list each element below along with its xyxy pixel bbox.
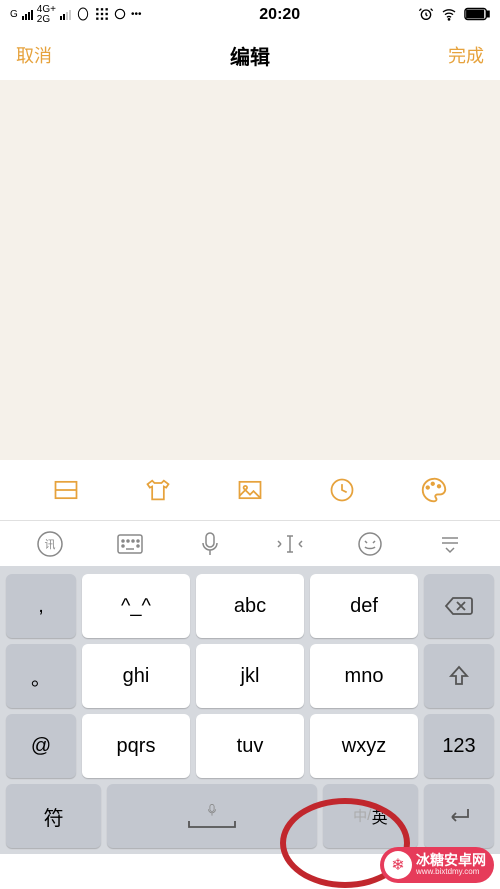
note-toolbar xyxy=(0,460,500,520)
palette-icon[interactable] xyxy=(418,474,450,506)
watermark-url: www.bixtdmy.com xyxy=(416,868,486,877)
key-ghi[interactable]: ghi xyxy=(82,644,190,708)
clock-icon[interactable] xyxy=(326,474,358,506)
key-abc[interactable]: abc xyxy=(196,574,304,638)
svg-text:讯: 讯 xyxy=(45,538,56,551)
keyboard-icon[interactable] xyxy=(112,526,148,562)
list-icon[interactable] xyxy=(50,474,82,506)
status-bar: G 4G+ 2G ••• 20:20 xyxy=(0,0,500,30)
cursor-icon[interactable] xyxy=(272,526,308,562)
more-icon: ••• xyxy=(131,10,142,20)
enter-key[interactable] xyxy=(424,784,494,848)
page-title: 编辑 xyxy=(52,41,448,70)
circle-icon xyxy=(113,7,127,24)
image-icon[interactable] xyxy=(234,474,266,506)
key-period[interactable]: 。 xyxy=(6,644,76,708)
lang-cn-label: 中 xyxy=(353,806,367,826)
watermark-title: 冰糖安卓网 xyxy=(416,853,486,868)
watermark: ❄ 冰糖安卓网 www.bixtdmy.com xyxy=(380,847,494,883)
watermark-logo-icon: ❄ xyxy=(384,851,412,879)
wifi-icon xyxy=(440,6,458,25)
alarm-icon xyxy=(418,6,434,25)
cancel-button[interactable]: 取消 xyxy=(16,42,52,68)
ime-logo-button[interactable]: 讯 xyxy=(32,526,68,562)
signal-icon xyxy=(22,10,33,20)
collapse-keyboard-icon[interactable] xyxy=(432,526,468,562)
key-tuv[interactable]: tuv xyxy=(196,714,304,778)
battery-icon xyxy=(464,7,490,24)
language-toggle-key[interactable]: 中/英 xyxy=(323,784,418,848)
done-button[interactable]: 完成 xyxy=(448,42,484,68)
keyboard: , ^_^ abc def 。 ghi jkl mno @ pqrs tuv w… xyxy=(0,566,500,854)
carrier-label: G xyxy=(10,10,18,20)
key-mno[interactable]: mno xyxy=(310,644,418,708)
shift-key[interactable] xyxy=(424,644,494,708)
key-def[interactable]: def xyxy=(310,574,418,638)
symbols-key[interactable]: 符 xyxy=(6,784,101,848)
ime-toolbar: 讯 xyxy=(0,520,500,566)
key-wxyz[interactable]: wxyz xyxy=(310,714,418,778)
qq-icon xyxy=(75,6,91,25)
key-pqrs[interactable]: pqrs xyxy=(82,714,190,778)
grid-icon xyxy=(95,7,109,24)
microphone-icon[interactable] xyxy=(192,526,228,562)
key-at[interactable]: @ xyxy=(6,714,76,778)
key-jkl[interactable]: jkl xyxy=(196,644,304,708)
note-edit-area[interactable] xyxy=(0,80,500,460)
nav-bar: 取消 编辑 完成 xyxy=(0,30,500,80)
key-123[interactable]: 123 xyxy=(424,714,494,778)
clock: 20:20 xyxy=(141,6,418,24)
key-emoticon[interactable]: ^_^ xyxy=(82,574,190,638)
status-left: G 4G+ 2G ••• xyxy=(10,5,141,25)
space-key[interactable] xyxy=(107,784,317,848)
lang-en-label: 英 xyxy=(372,804,388,828)
emoji-icon[interactable] xyxy=(352,526,388,562)
key-comma[interactable]: , xyxy=(6,574,76,638)
backspace-key[interactable] xyxy=(424,574,494,638)
signal-icon-2 xyxy=(60,10,71,20)
network-label-2: 2G xyxy=(37,15,50,25)
tshirt-icon[interactable] xyxy=(142,474,174,506)
status-right xyxy=(418,6,490,25)
